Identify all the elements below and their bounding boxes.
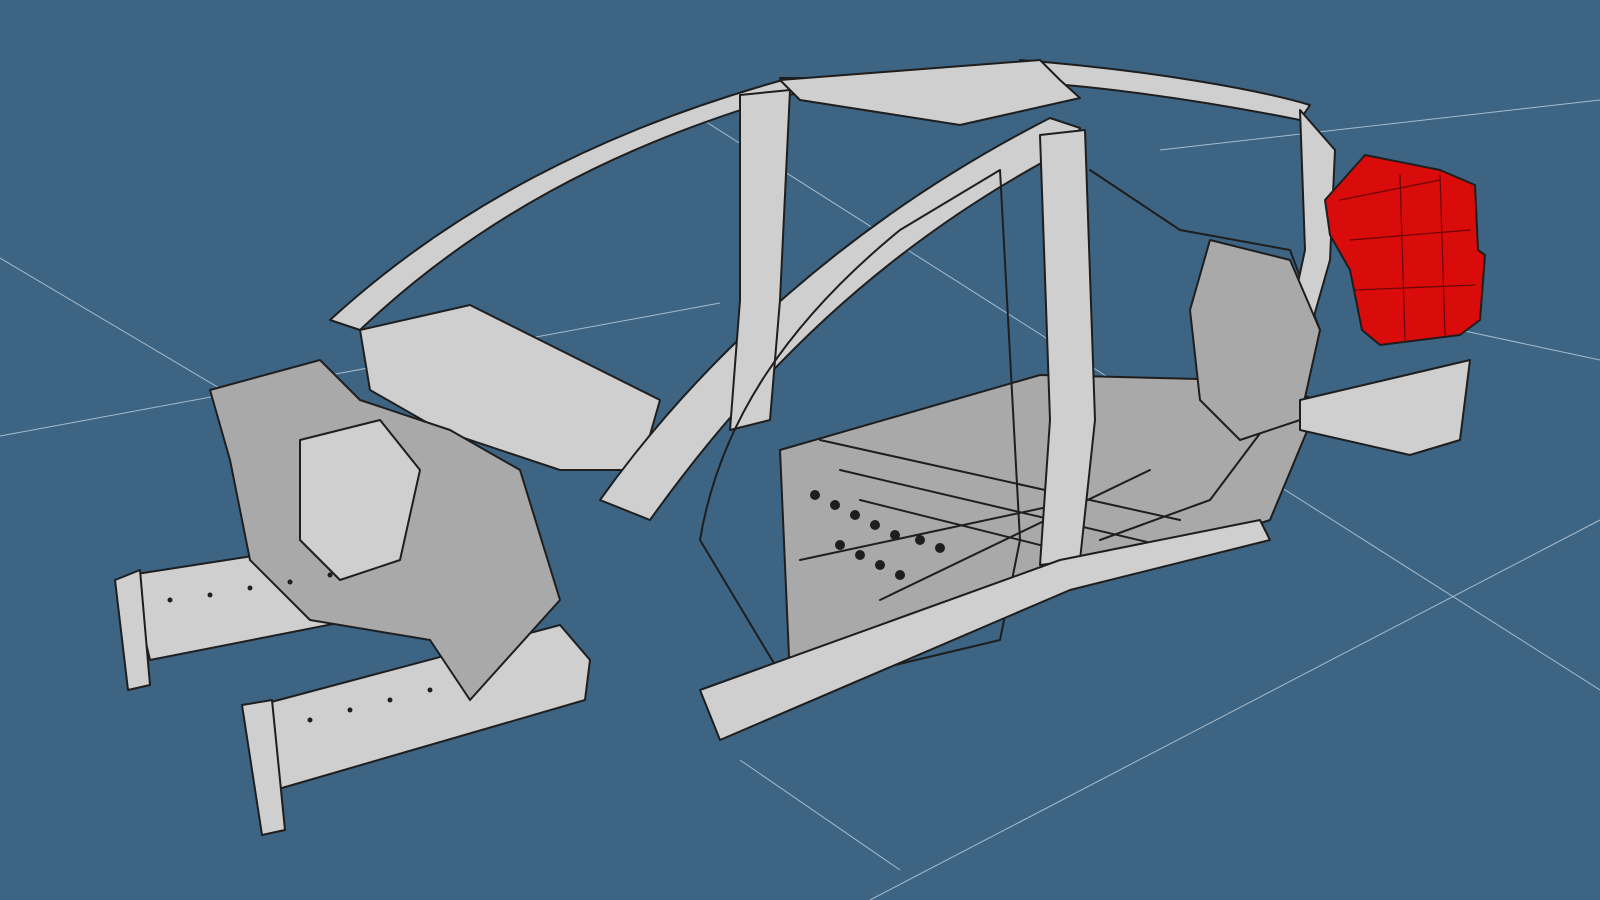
viewport-canvas[interactable]: [0, 0, 1600, 900]
b-pillar[interactable]: [1039, 129, 1096, 566]
3d-viewport[interactable]: [0, 0, 1600, 900]
